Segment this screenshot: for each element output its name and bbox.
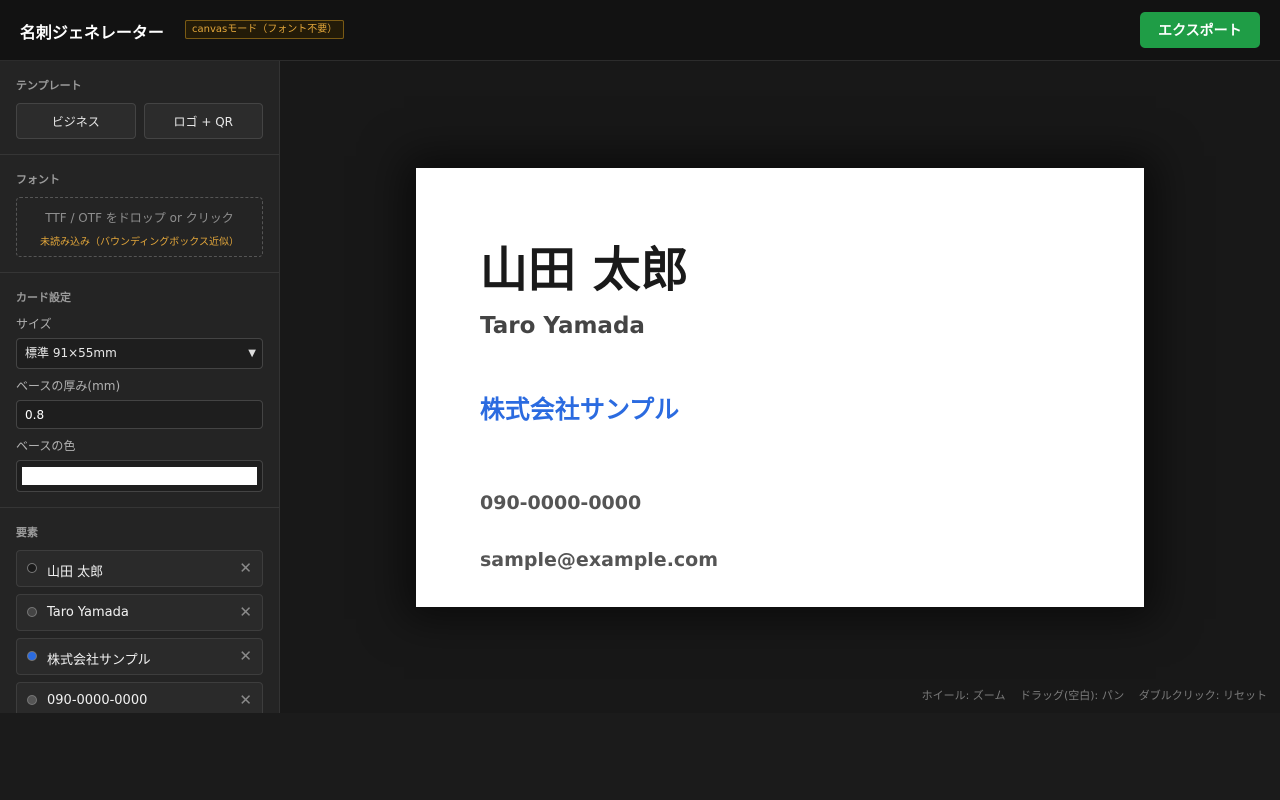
delete-icon[interactable]: ✕ — [239, 559, 252, 577]
card-email-text[interactable]: sample@example.com — [480, 549, 718, 571]
base-color-swatch — [22, 467, 257, 485]
hint-pan: ドラッグ(空白): パン — [1019, 689, 1125, 702]
template-section: テンプレート ビジネス ロゴ + QR — [0, 61, 279, 155]
font-dropzone[interactable]: TTF / OTF をドロップ or クリック 未読み込み（バウンディングボック… — [16, 197, 263, 257]
element-item-roman[interactable]: Taro Yamada ✕ — [16, 594, 263, 631]
element-item-phone[interactable]: 090-0000-0000 ✕ — [16, 682, 263, 713]
font-dropzone-label: TTF / OTF をドロップ or クリック — [45, 211, 234, 225]
base-color-picker[interactable] — [16, 460, 263, 492]
delete-icon[interactable]: ✕ — [239, 691, 252, 709]
canvas-area[interactable]: 山田 太郎 Taro Yamada 株式会社サンプル 090-0000-0000… — [280, 61, 1280, 713]
mode-badge: canvasモード（フォント不要） — [185, 20, 345, 39]
template-business-button[interactable]: ビジネス — [16, 103, 136, 139]
base-color-label: ベースの色 — [16, 439, 76, 453]
hint-zoom: ホイール: ズーム — [921, 689, 1006, 702]
card-settings-title: カード設定 — [16, 291, 71, 304]
card-phone-text[interactable]: 090-0000-0000 — [480, 492, 641, 514]
elements-section-title: 要素 — [16, 526, 38, 539]
element-color-dot — [27, 695, 37, 705]
thickness-label: ベースの厚み(mm) — [16, 379, 121, 393]
card-settings-section: カード設定 サイズ 標準 91×55mm ▼ ベースの厚み(mm) ベースの色 — [0, 273, 279, 508]
app-title: 名刺ジェネレーター — [20, 23, 165, 42]
font-section-title: フォント — [16, 173, 60, 186]
element-label: 株式会社サンプル — [47, 653, 151, 668]
element-item-company[interactable]: 株式会社サンプル ✕ — [16, 638, 263, 675]
top-bar: 名刺ジェネレーター canvasモード（フォント不要） エクスポート — [0, 0, 1280, 61]
delete-icon[interactable]: ✕ — [239, 603, 252, 621]
delete-icon[interactable]: ✕ — [239, 647, 252, 665]
chevron-down-icon: ▼ — [248, 348, 256, 359]
font-status: 未読み込み（バウンディングボックス近似） — [40, 237, 239, 248]
card-roman-name-text[interactable]: Taro Yamada — [480, 313, 645, 339]
size-select[interactable]: 標準 91×55mm ▼ — [16, 338, 263, 369]
template-section-title: テンプレート — [16, 79, 82, 92]
card-name-text[interactable]: 山田 太郎 — [480, 230, 689, 300]
element-color-dot — [27, 563, 37, 573]
element-label: 090-0000-0000 — [47, 693, 148, 708]
card-company-text[interactable]: 株式会社サンプル — [480, 390, 679, 426]
template-logo-qr-button[interactable]: ロゴ + QR — [143, 103, 263, 139]
element-label: 山田 太郎 — [47, 565, 104, 580]
export-button[interactable]: エクスポート — [1140, 12, 1260, 48]
element-color-dot — [27, 607, 37, 617]
sidebar: テンプレート ビジネス ロゴ + QR フォント TTF / OTF をドロップ… — [0, 61, 280, 713]
element-item-name[interactable]: 山田 太郎 ✕ — [16, 550, 263, 587]
element-label: Taro Yamada — [47, 605, 129, 620]
font-section: フォント TTF / OTF をドロップ or クリック 未読み込み（バウンディ… — [0, 155, 279, 273]
canvas-hints: ホイール: ズーム ドラッグ(空白): パン ダブルクリック: リセット — [911, 687, 1267, 703]
thickness-input[interactable] — [16, 400, 263, 429]
business-card-preview[interactable]: 山田 太郎 Taro Yamada 株式会社サンプル 090-0000-0000… — [416, 168, 1144, 607]
hint-reset: ダブルクリック: リセット — [1138, 689, 1267, 702]
element-color-dot — [27, 651, 37, 661]
size-select-value: 標準 91×55mm — [25, 346, 117, 360]
elements-section: 要素 山田 太郎 ✕ Taro Yamada ✕ 株式会社サンプル ✕ 090-… — [0, 508, 279, 713]
size-label: サイズ — [16, 317, 52, 331]
